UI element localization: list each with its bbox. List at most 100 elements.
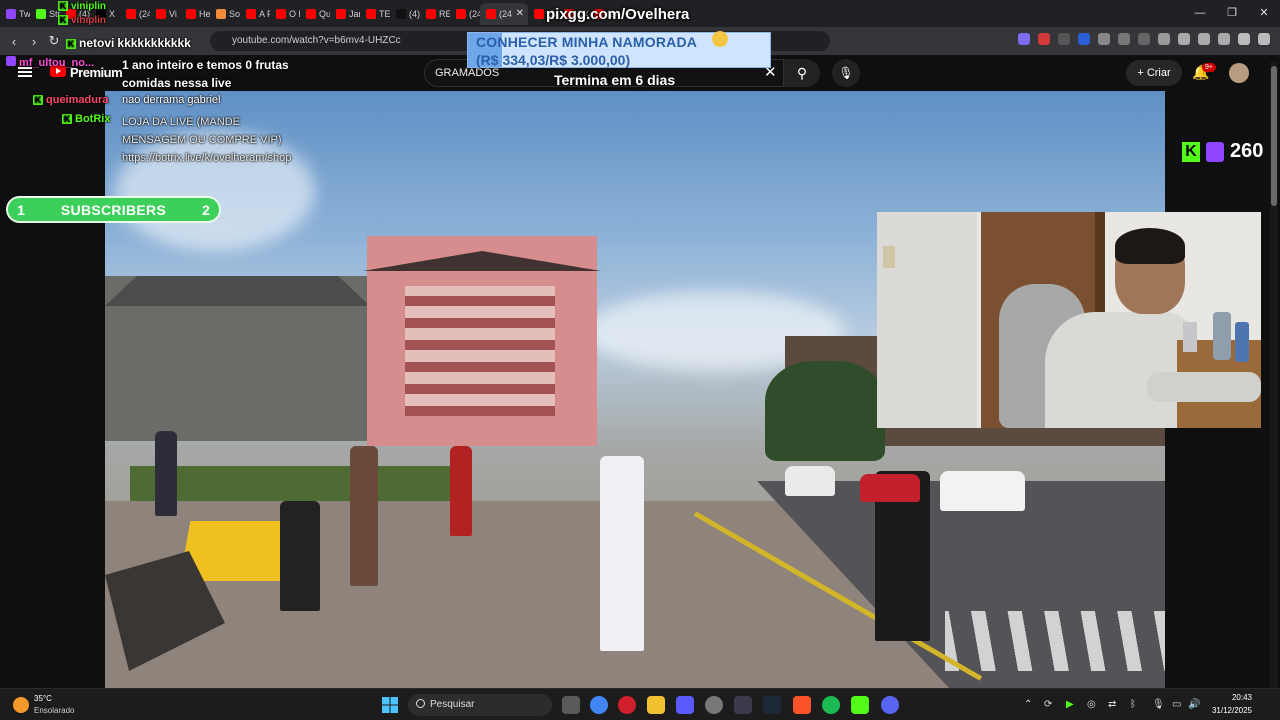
extension-icon[interactable] bbox=[1038, 33, 1050, 45]
music-icon[interactable] bbox=[1158, 33, 1170, 45]
browser-tab[interactable]: He bbox=[180, 3, 210, 25]
opera-icon[interactable] bbox=[618, 696, 636, 714]
app-icon[interactable] bbox=[705, 696, 723, 714]
microphone-icon[interactable]: 🎙 bbox=[1152, 699, 1165, 710]
extension-icon[interactable] bbox=[1058, 33, 1070, 45]
bottle bbox=[1235, 322, 1249, 362]
app-icon[interactable] bbox=[734, 696, 752, 714]
browser-tab[interactable]: (24 bbox=[450, 3, 480, 25]
webcam-overlay bbox=[877, 212, 1261, 428]
app-icon[interactable] bbox=[676, 696, 694, 714]
discord-icon[interactable] bbox=[881, 696, 899, 714]
weather-sun-icon[interactable] bbox=[13, 697, 29, 713]
tab-favicon-icon bbox=[396, 8, 406, 19]
menu-icon[interactable] bbox=[1258, 33, 1270, 45]
chat-username: mf_ultou_no... bbox=[19, 57, 95, 69]
tray-expand-icon[interactable]: ⌃ bbox=[1024, 699, 1032, 710]
can bbox=[1183, 322, 1197, 352]
tray-icon[interactable]: ▶ bbox=[1066, 699, 1074, 710]
twitch-icon bbox=[1206, 141, 1224, 162]
spotify-icon[interactable] bbox=[822, 696, 840, 714]
extension-icon[interactable] bbox=[1198, 33, 1210, 45]
chat-username: viniplin bbox=[71, 1, 106, 12]
gray-building-roof bbox=[105, 276, 370, 306]
browser-tab[interactable]: TE bbox=[360, 3, 390, 25]
tab-favicon-icon bbox=[6, 8, 16, 19]
extension-icon[interactable] bbox=[1018, 33, 1030, 45]
browser-tab[interactable]: So bbox=[210, 3, 240, 25]
tab-favicon-icon bbox=[336, 8, 346, 19]
clock-date[interactable]: 31/12/2025 bbox=[1206, 706, 1252, 715]
voice-search-button[interactable]: 🎙 bbox=[832, 59, 860, 87]
tab-label: (4) bbox=[409, 8, 420, 19]
extension-icon[interactable] bbox=[1218, 33, 1230, 45]
tab-favicon-icon bbox=[36, 8, 46, 19]
tab-favicon-icon bbox=[246, 8, 256, 19]
extension-icon[interactable] bbox=[1098, 33, 1110, 45]
sidebar-icon[interactable] bbox=[1178, 33, 1190, 45]
tab-label: O F bbox=[289, 8, 300, 19]
browser-tab[interactable]: A F bbox=[240, 3, 270, 25]
chat-message: Kviniplin bbox=[58, 14, 106, 26]
scrollbar-thumb[interactable] bbox=[1271, 66, 1277, 206]
browser-tab[interactable]: Qu bbox=[300, 3, 330, 25]
tray-icon[interactable]: ⟳ bbox=[1044, 699, 1052, 710]
emoji-icon bbox=[712, 31, 728, 47]
extension-icon[interactable] bbox=[1138, 33, 1150, 45]
tray-icon[interactable]: ◎ bbox=[1087, 699, 1096, 710]
reload-button[interactable]: ↻ bbox=[44, 33, 64, 49]
close-window-button[interactable]: ✕ bbox=[1248, 0, 1280, 27]
volume-icon[interactable]: 🔊 bbox=[1188, 699, 1200, 710]
weather-description: Ensolarado bbox=[34, 706, 75, 715]
browser-tab[interactable]: O F bbox=[270, 3, 300, 25]
steam-icon[interactable] bbox=[763, 696, 781, 714]
browser-tab[interactable]: Tw bbox=[0, 3, 30, 25]
extension-icon[interactable] bbox=[1078, 33, 1090, 45]
tab-label: So bbox=[229, 8, 240, 19]
window-controls: — ❐ ✕ bbox=[1184, 0, 1280, 27]
browser-tab[interactable]: RE bbox=[420, 3, 450, 25]
file-explorer-icon[interactable] bbox=[647, 696, 665, 714]
search-button[interactable]: ⚲ bbox=[784, 59, 820, 87]
tab-favicon-icon bbox=[306, 8, 316, 19]
chat-text: kkkkkkkkkkk bbox=[117, 36, 191, 50]
shield-icon[interactable] bbox=[1238, 33, 1250, 45]
chrome-icon[interactable] bbox=[590, 696, 608, 714]
avatar[interactable] bbox=[1229, 63, 1249, 83]
browser-tab[interactable]: (4) bbox=[390, 3, 420, 25]
taskbar-search-input[interactable]: Pesquisar bbox=[408, 694, 552, 716]
browser-tab[interactable]: Jan bbox=[330, 3, 360, 25]
browser-tab[interactable]: (24 ✕ bbox=[480, 2, 528, 25]
back-button[interactable]: ‹ bbox=[4, 34, 24, 49]
browser-tab[interactable]: (24 bbox=[120, 3, 150, 25]
building-windows bbox=[405, 286, 555, 416]
tab-favicon-icon bbox=[186, 8, 196, 19]
browser-tab[interactable]: Str bbox=[30, 3, 60, 25]
tab-label: RE bbox=[439, 8, 450, 19]
network-icon[interactable]: ▭ bbox=[1172, 699, 1181, 710]
close-tab-icon[interactable]: ✕ bbox=[516, 8, 524, 19]
light-switch bbox=[883, 246, 895, 268]
tab-label: Qu bbox=[319, 8, 330, 19]
brave-icon[interactable] bbox=[793, 696, 811, 714]
extension-icon[interactable] bbox=[1118, 33, 1130, 45]
chat-username: netovi bbox=[79, 36, 115, 50]
task-view-icon[interactable] bbox=[562, 696, 580, 714]
app-icon[interactable] bbox=[851, 696, 869, 714]
windows-start-icon[interactable] bbox=[382, 697, 398, 713]
search-icon bbox=[416, 699, 425, 708]
bluetooth-icon[interactable]: ᛒ bbox=[1130, 699, 1136, 710]
person bbox=[155, 431, 177, 516]
tab-label: X bbox=[109, 8, 116, 19]
minimize-button[interactable]: — bbox=[1184, 0, 1216, 27]
browser-tab[interactable]: Vi bbox=[150, 3, 180, 25]
clock-time[interactable]: 20:43 bbox=[1226, 693, 1252, 702]
tab-label: A F bbox=[259, 8, 270, 19]
tray-icon[interactable]: ⇄ bbox=[1108, 699, 1116, 710]
tab-favicon-icon bbox=[456, 8, 466, 19]
maximize-button[interactable]: ❐ bbox=[1216, 0, 1248, 27]
create-button[interactable]: + Criar bbox=[1126, 60, 1182, 86]
person bbox=[280, 501, 320, 611]
forward-button[interactable]: › bbox=[24, 34, 44, 49]
person bbox=[600, 456, 644, 651]
